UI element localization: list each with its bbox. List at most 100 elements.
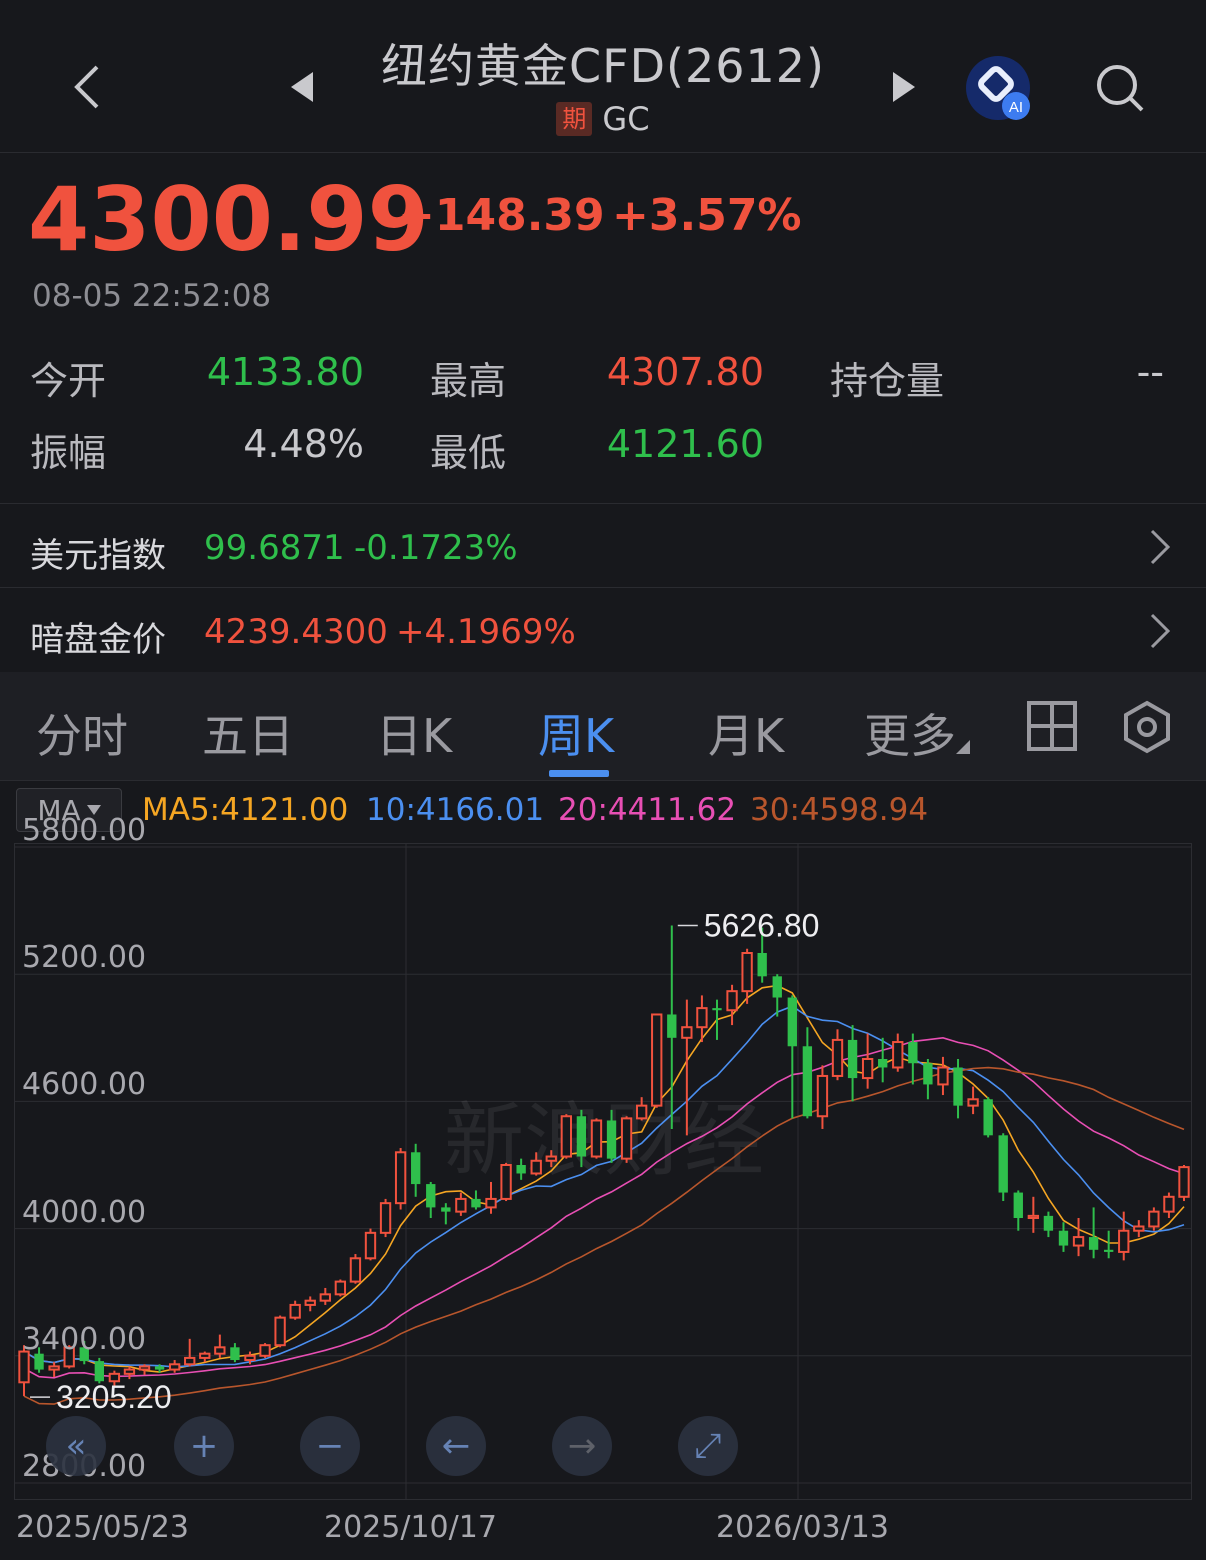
instrument-code: GC	[602, 100, 650, 138]
candlestick-chart[interactable]: 新浪财经 5626.80 3205.20	[14, 843, 1192, 1500]
candle-body	[1043, 1215, 1054, 1231]
futures-badge: 期	[556, 102, 593, 136]
candle-body	[681, 1026, 693, 1039]
layout-grid-button[interactable]	[1026, 700, 1078, 752]
period-tabs: 分时 五日 日K 周K 月K 更多	[0, 672, 1206, 781]
candle-body	[937, 1066, 949, 1086]
max-price-label: 5626.80	[704, 907, 820, 943]
candle-body	[259, 1344, 271, 1357]
candle-body	[878, 1059, 888, 1068]
scroll-left-button[interactable]: ←	[426, 1416, 486, 1476]
candle-body	[606, 1120, 617, 1159]
candle-body	[696, 1007, 708, 1029]
candle-body	[998, 1135, 1008, 1193]
ai-assistant-button[interactable]: AI	[964, 54, 1034, 124]
tab-monthly-k[interactable]: 月K	[708, 700, 784, 766]
grid-icon	[1027, 701, 1077, 751]
candle-body	[667, 1014, 677, 1038]
expand-icon: ⤢	[694, 1426, 722, 1466]
min-price-label: 3205.20	[56, 1379, 172, 1415]
scroll-start-button[interactable]: «	[46, 1416, 106, 1476]
ma20-value: 20:4411.62	[558, 792, 737, 828]
double-chevron-left-icon: «	[65, 1426, 87, 1466]
svg-text:AI: AI	[1009, 99, 1023, 116]
tab-more[interactable]: 更多	[864, 700, 956, 766]
candle-body	[123, 1368, 136, 1375]
candle-body	[1072, 1236, 1085, 1247]
candle-body	[908, 1042, 918, 1064]
candle-body	[530, 1159, 542, 1175]
minus-icon: −	[315, 1426, 345, 1466]
candle-body	[168, 1363, 181, 1371]
related-row-usd-index[interactable]: 美元指数 99.6871 -0.1723%	[0, 504, 1206, 586]
candle-body	[802, 1046, 813, 1117]
candle-body	[757, 953, 767, 977]
low-label: 最低	[430, 431, 507, 475]
ma30-value: 30:4598.94	[750, 792, 929, 828]
candle-body	[334, 1280, 347, 1296]
related-label: 暗盘金价	[30, 620, 166, 660]
candle-body	[923, 1063, 933, 1085]
search-button[interactable]	[1090, 58, 1150, 118]
candle-body	[426, 1184, 436, 1208]
candle-body	[1088, 1237, 1099, 1250]
candle-body	[983, 1099, 993, 1136]
open-interest-value: --	[1136, 350, 1164, 394]
open-label: 今开	[30, 359, 107, 403]
y-tick-label: 4600.00	[22, 1067, 147, 1103]
zoom-out-button[interactable]: −	[300, 1416, 360, 1476]
scroll-right-button[interactable]: →	[552, 1416, 612, 1476]
candle-body	[787, 997, 797, 1047]
y-tick-label: 3400.00	[22, 1321, 147, 1357]
candle-body	[411, 1152, 421, 1185]
tab-weekly-k[interactable]: 周K	[538, 700, 614, 766]
y-tick-label: 5200.00	[22, 940, 147, 976]
candle-body	[620, 1117, 633, 1160]
related-row-dark-gold[interactable]: 暗盘金价 4239.4300 +4.1969%	[0, 588, 1206, 670]
x-tick-label: 2025/05/23	[16, 1510, 189, 1545]
y-tick-label: 4000.00	[22, 1194, 147, 1230]
tab-intraday[interactable]: 分时	[36, 700, 128, 766]
candle-body	[576, 1116, 587, 1157]
active-tab-indicator	[549, 770, 609, 777]
candle-body	[1058, 1230, 1069, 1246]
tab-daily-k[interactable]: 日K	[376, 700, 452, 766]
x-tick-label: 2026/03/13	[716, 1510, 889, 1545]
candle-body	[471, 1198, 481, 1208]
candle-body	[441, 1207, 451, 1212]
low-value: 4121.60	[606, 422, 764, 466]
candle-body	[500, 1164, 512, 1200]
candle-body	[138, 1365, 151, 1371]
candle-body	[214, 1346, 226, 1355]
quote-time: 08-05 22:52:08	[32, 278, 272, 314]
candle-body	[455, 1197, 467, 1213]
chart-settings-button[interactable]	[1120, 700, 1174, 754]
search-icon	[1097, 65, 1144, 112]
ma-lines	[23, 984, 1185, 1405]
related-value: 99.6871	[204, 528, 345, 568]
candle-body	[184, 1356, 196, 1366]
open-interest-label: 持仓量	[830, 359, 945, 403]
candle-body	[741, 952, 753, 993]
ai-icon: AI	[966, 56, 1030, 120]
zoom-in-button[interactable]: +	[174, 1416, 234, 1476]
candle-body	[953, 1067, 963, 1106]
fullscreen-button[interactable]: ⤢	[678, 1416, 738, 1476]
tab-five-day[interactable]: 五日	[202, 700, 294, 766]
chevron-right-icon	[1150, 613, 1171, 649]
candle-body	[590, 1119, 603, 1158]
candle-body	[274, 1316, 286, 1347]
plus-icon: +	[189, 1426, 219, 1466]
ma20-line	[23, 1036, 1185, 1379]
candle-body	[319, 1293, 331, 1302]
candle-body	[1027, 1214, 1040, 1220]
candle-body	[651, 1013, 663, 1107]
amplitude-value: 4.48%	[243, 422, 364, 466]
candle-body	[516, 1165, 526, 1174]
candle-body	[967, 1098, 979, 1107]
next-instrument-button[interactable]	[884, 62, 924, 112]
candle-body	[304, 1299, 316, 1306]
high-label: 最高	[430, 359, 507, 403]
related-value: 4239.4300	[204, 612, 388, 652]
candle-body	[892, 1041, 904, 1069]
